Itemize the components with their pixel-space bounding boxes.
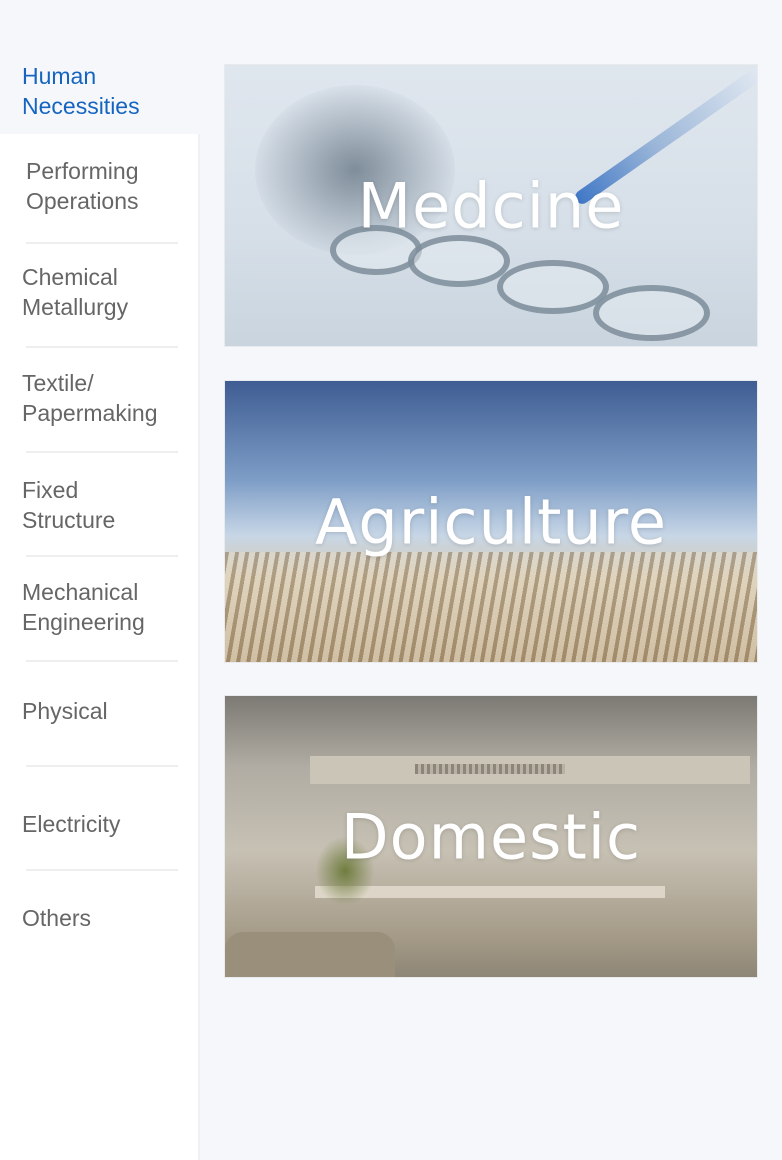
sidebar-item-label: Fixed Structure: [22, 477, 116, 533]
sidebar-item-performing-operations[interactable]: Performing Operations: [0, 134, 198, 242]
sidebar-item-label: Physical: [22, 698, 108, 724]
sidebar-item-label: Mechanical Engineering: [22, 579, 145, 635]
sidebar-item-label: Others: [22, 905, 92, 931]
sidebar-item-physical[interactable]: Physical: [0, 662, 198, 766]
category-card-medicine[interactable]: Medcine: [225, 65, 757, 346]
category-card-domestic[interactable]: Domestic: [225, 696, 757, 977]
sidebar-item-label: Chemical Metallurgy: [22, 264, 129, 320]
sidebar-item-textile-papermaking[interactable]: Textile/ Papermaking: [0, 348, 198, 452]
card-title: Domestic: [340, 800, 642, 873]
test-tube-image: [593, 285, 710, 341]
card-title: Agriculture: [315, 485, 667, 558]
sidebar-item-mechanical-engineering[interactable]: Mechanical Engineering: [0, 557, 198, 661]
wheat-field-image: [225, 552, 757, 662]
sofa-image: [225, 932, 395, 977]
category-sidebar: Human Necessities Performing Operations …: [0, 0, 200, 1160]
sidebar-item-others[interactable]: Others: [0, 871, 198, 971]
sidebar-item-label: Human Necessities: [22, 63, 140, 119]
sidebar-item-human-necessities[interactable]: Human Necessities: [0, 44, 200, 134]
sidebar-list: Performing Operations Chemical Metallurg…: [0, 134, 200, 1160]
card-title: Medcine: [357, 169, 625, 242]
sidebar-item-label: Textile/ Papermaking: [22, 370, 158, 426]
sidebar-item-label: Performing Operations: [26, 158, 139, 214]
test-tube-image: [408, 235, 510, 287]
test-tube-image: [497, 260, 609, 314]
sidebar-item-fixed-structure[interactable]: Fixed Structure: [0, 453, 198, 557]
sidebar-item-electricity[interactable]: Electricity: [0, 767, 198, 871]
air-vent-image: [415, 764, 565, 774]
sidebar-item-chemical-metallurgy[interactable]: Chemical Metallurgy: [0, 244, 198, 348]
sidebar-item-label: Electricity: [22, 811, 121, 837]
category-card-agriculture[interactable]: Agriculture: [225, 381, 757, 662]
